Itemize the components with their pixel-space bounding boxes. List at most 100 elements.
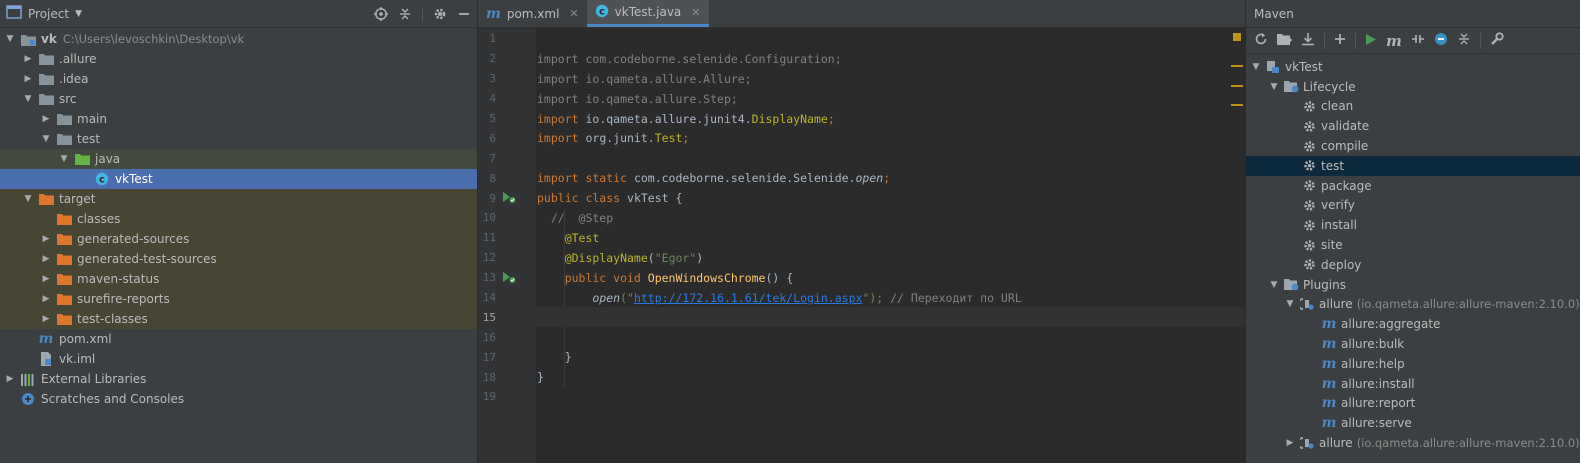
maven-goal-package[interactable]: package xyxy=(1246,176,1580,196)
maven-goal-compile[interactable]: compile xyxy=(1246,136,1580,156)
tab-vktest-java[interactable]: c vkTest.java ✕ xyxy=(586,0,709,27)
download-icon[interactable] xyxy=(1301,32,1315,49)
chevron-down-icon[interactable]: ▼ xyxy=(1250,62,1262,72)
chevron-down-icon[interactable]: ▼ xyxy=(1284,299,1296,309)
tree-item-classes[interactable]: classes xyxy=(0,209,477,229)
maven-goal-allure-bulk[interactable]: m allure:bulk xyxy=(1246,334,1580,354)
collapse-icon[interactable] xyxy=(1457,32,1471,49)
close-icon[interactable]: ✕ xyxy=(569,7,578,20)
code-text: } xyxy=(537,350,572,365)
tree-item-maven-status[interactable]: ▶ maven-status xyxy=(0,269,477,289)
chevron-down-icon[interactable]: ▼ xyxy=(40,134,52,144)
project-view-selector[interactable]: Project xyxy=(28,7,69,21)
maven-goal-install[interactable]: install xyxy=(1246,215,1580,235)
editor-tabs: m pom.xml ✕ c vkTest.java ✕ xyxy=(478,0,1245,28)
inspection-status-icon[interactable] xyxy=(1233,33,1241,41)
chevron-right-icon[interactable]: ▶ xyxy=(40,314,52,324)
chevron-down-icon[interactable]: ▼ xyxy=(22,194,34,204)
chevron-right-icon[interactable]: ▶ xyxy=(1284,438,1296,448)
gear-icon[interactable] xyxy=(433,7,447,21)
maven-goal-allure-report[interactable]: m allure:report xyxy=(1246,394,1580,414)
tree-item-main[interactable]: ▶ main xyxy=(0,109,477,129)
tree-item-label: site xyxy=(1321,238,1343,253)
maven-m-icon[interactable]: m xyxy=(1386,33,1402,48)
tree-item-allure[interactable]: ▶ .allure xyxy=(0,49,477,69)
tree-item-label: allure:serve xyxy=(1341,416,1412,431)
chevron-right-icon[interactable]: ▶ xyxy=(40,114,52,124)
tab-pom-xml[interactable]: m pom.xml ✕ xyxy=(478,0,587,27)
chevron-down-icon[interactable]: ▼ xyxy=(75,9,82,19)
maven-goal-allure-install[interactable]: m allure:install xyxy=(1246,374,1580,394)
chevron-right-icon[interactable]: ▶ xyxy=(22,74,34,84)
code-text: @DisplayName("Egor") xyxy=(537,251,704,265)
code-editor[interactable]: 1 2 import com.codeborne.selenide.Config… xyxy=(478,29,1245,463)
tree-item-vktest[interactable]: c vkTest xyxy=(0,169,477,189)
chevron-down-icon[interactable]: ▼ xyxy=(1268,82,1280,92)
tree-item-external-libraries[interactable]: ▶ External Libraries xyxy=(0,369,477,389)
chevron-right-icon[interactable]: ▶ xyxy=(40,274,52,284)
tree-item-pom-xml[interactable]: m pom.xml xyxy=(0,329,477,349)
maven-item-plugins[interactable]: ▼ Plugins xyxy=(1246,275,1580,295)
maven-plugin-allure[interactable]: ▼ allure (io.qameta.allure:allure-maven:… xyxy=(1246,295,1580,315)
plus-icon[interactable] xyxy=(1334,33,1346,48)
run-test-icon[interactable] xyxy=(502,271,516,287)
excluded-folder-icon xyxy=(56,211,72,227)
code-text: import com.codeborne.selenide.Configurat… xyxy=(537,52,842,66)
maven-goal-allure-serve[interactable]: m allure:serve xyxy=(1246,413,1580,433)
warning-stripe[interactable] xyxy=(1231,104,1243,106)
tree-item-scratches[interactable]: Scratches and Consoles xyxy=(0,389,477,409)
warning-stripe[interactable] xyxy=(1231,85,1243,87)
hide-panel-icon[interactable] xyxy=(457,7,471,21)
tree-item-generated-sources[interactable]: ▶ generated-sources xyxy=(0,229,477,249)
chevron-down-icon[interactable]: ▼ xyxy=(58,154,70,164)
code-text: public void OpenWindowsChrome() { xyxy=(537,271,794,285)
tree-item-vk-iml[interactable]: vk.iml xyxy=(0,349,477,369)
url-link[interactable]: http://172.16.1.61/tek/Login.aspx xyxy=(634,291,862,305)
maven-goal-validate[interactable]: validate xyxy=(1246,116,1580,136)
gear-icon xyxy=(1301,217,1317,233)
run-icon[interactable] xyxy=(1365,33,1377,49)
annotation-name: Test xyxy=(654,131,683,146)
maven-goal-allure-aggregate[interactable]: m allure:aggregate xyxy=(1246,314,1580,334)
chevron-right-icon[interactable]: ▶ xyxy=(22,54,34,64)
reload-icon[interactable] xyxy=(1254,32,1268,49)
tree-item-test-classes[interactable]: ▶ test-classes xyxy=(0,309,477,329)
folder-icon xyxy=(38,71,54,87)
tree-item-label: maven-status xyxy=(77,272,160,286)
chevron-down-icon[interactable]: ▼ xyxy=(1268,280,1280,290)
toggle-offline-icon[interactable] xyxy=(1411,32,1425,49)
maven-goal-allure-help[interactable]: m allure:help xyxy=(1246,354,1580,374)
tree-item-vk[interactable]: ▼ vk C:\Users\levoschkin\Desktop\vk xyxy=(0,29,477,49)
code-line: 2 import com.codeborne.selenide.Configur… xyxy=(478,49,1245,69)
tree-item-java[interactable]: ▼ java xyxy=(0,149,477,169)
tree-item-target[interactable]: ▼ target xyxy=(0,189,477,209)
wrench-icon[interactable] xyxy=(1490,32,1504,49)
maven-item-lifecycle[interactable]: ▼ Lifecycle xyxy=(1246,77,1580,97)
maven-goal-clean[interactable]: clean xyxy=(1246,97,1580,117)
chevron-right-icon[interactable]: ▶ xyxy=(40,254,52,264)
add-folder-icon[interactable] xyxy=(1277,33,1292,49)
tree-item-idea[interactable]: ▶ .idea xyxy=(0,69,477,89)
skip-tests-icon[interactable] xyxy=(1434,32,1448,49)
warning-stripe[interactable] xyxy=(1231,65,1243,67)
run-test-icon[interactable] xyxy=(502,191,516,207)
maven-item-vktest[interactable]: ▼ vkTest xyxy=(1246,57,1580,77)
maven-goal-site[interactable]: site xyxy=(1246,235,1580,255)
tree-item-surefire-reports[interactable]: ▶ surefire-reports xyxy=(0,289,477,309)
maven-goal-deploy[interactable]: deploy xyxy=(1246,255,1580,275)
tree-item-generated-test-sources[interactable]: ▶ generated-test-sources xyxy=(0,249,477,269)
tree-item-test[interactable]: ▼ test xyxy=(0,129,477,149)
close-icon[interactable]: ✕ xyxy=(691,6,700,19)
maven-goal-verify[interactable]: verify xyxy=(1246,196,1580,216)
chevron-right-icon[interactable]: ▶ xyxy=(4,374,16,384)
chevron-down-icon[interactable]: ▼ xyxy=(4,34,16,44)
chevron-right-icon[interactable]: ▶ xyxy=(40,234,52,244)
tree-item-src[interactable]: ▼ src xyxy=(0,89,477,109)
chevron-right-icon[interactable]: ▶ xyxy=(40,294,52,304)
maven-goal-test[interactable]: test xyxy=(1246,155,1580,176)
chevron-down-icon[interactable]: ▼ xyxy=(22,94,34,104)
locate-icon[interactable] xyxy=(374,6,388,21)
collapse-all-icon[interactable] xyxy=(398,7,412,21)
tree-item-label: allure xyxy=(1319,297,1353,312)
maven-plugin-allure-collapsed[interactable]: ▶ allure (io.qameta.allure:allure-maven:… xyxy=(1246,433,1580,453)
